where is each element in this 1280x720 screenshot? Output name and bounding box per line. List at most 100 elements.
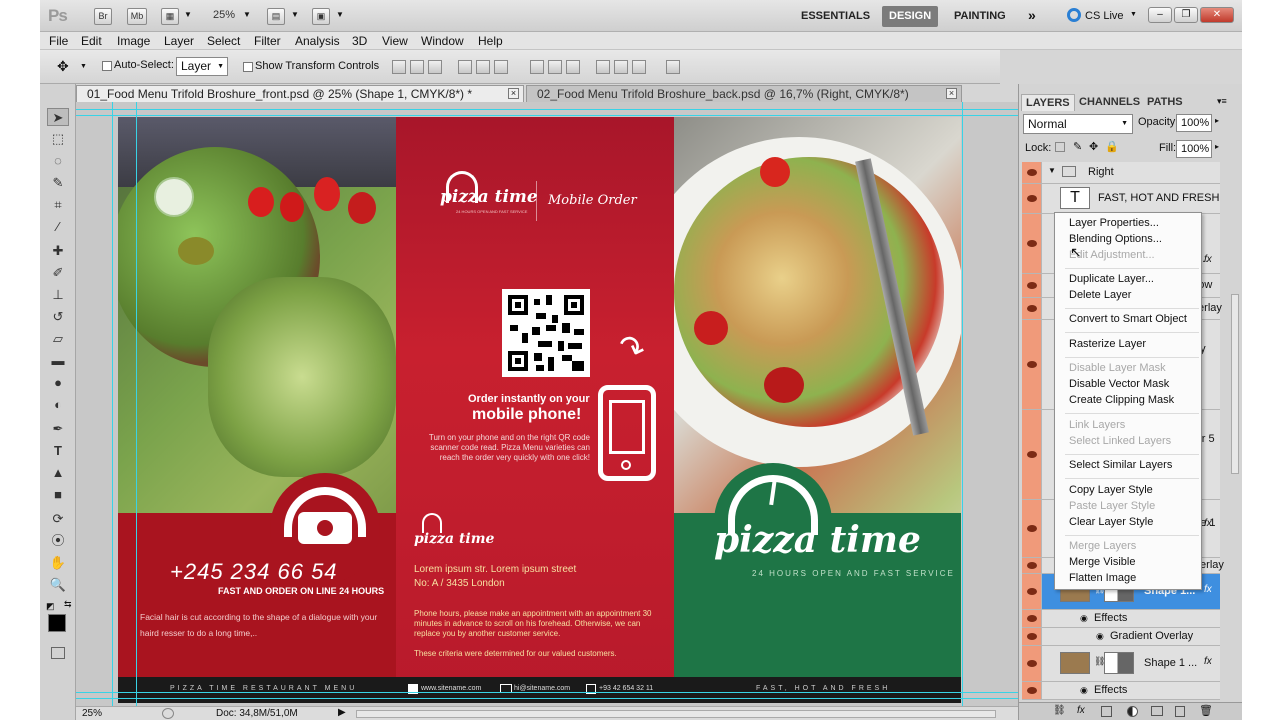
lasso-tool-icon[interactable]: ◌ (47, 152, 69, 170)
lock-all-icon[interactable]: 🔒 (1105, 140, 1119, 153)
close-button[interactable]: ✕ (1200, 7, 1234, 23)
eye-icon[interactable]: ◉ (1096, 631, 1104, 642)
zoom-level[interactable]: 25% (213, 9, 235, 21)
menu-window[interactable]: Window (421, 34, 464, 48)
visibility-eye-icon[interactable] (1022, 410, 1042, 499)
menu-layer[interactable]: Layer (164, 34, 194, 48)
tab-back-document[interactable]: 02_Food Menu Trifold Broshure_back.psd @… (526, 85, 962, 102)
eyedropper-tool-icon[interactable]: ⁄ (47, 218, 69, 236)
visibility-eye-icon[interactable] (1022, 320, 1042, 409)
menu-item-delete-layer[interactable]: Delete Layer (1069, 289, 1131, 301)
crop-tool-icon[interactable]: ⌗ (47, 196, 69, 214)
visibility-eye-icon[interactable] (1022, 162, 1042, 183)
restore-button[interactable]: ❐ (1174, 7, 1198, 23)
visibility-eye-icon[interactable] (1022, 214, 1042, 273)
auto-select-checkbox[interactable] (102, 61, 112, 71)
align-left-icon[interactable] (458, 60, 472, 74)
show-transform-checkbox[interactable] (243, 62, 253, 72)
marquee-tool-icon[interactable]: ⬚ (47, 130, 69, 148)
menu-file[interactable]: File (49, 34, 68, 48)
fill-slider-arrow-icon[interactable]: ▸ (1215, 142, 1219, 151)
move-tool-icon[interactable]: ✥ (57, 58, 69, 75)
chevron-down-icon[interactable]: ▼ (184, 10, 192, 19)
menu-filter[interactable]: Filter (254, 34, 281, 48)
move-tool-icon[interactable]: ➤ (47, 108, 69, 126)
delete-layer-icon[interactable]: 🗑 (1199, 704, 1213, 717)
menu-item-rasterize-layer[interactable]: Rasterize Layer (1069, 338, 1146, 350)
visibility-eye-icon[interactable] (1022, 610, 1042, 627)
hand-tool-icon[interactable]: ✋ (47, 554, 69, 572)
chevron-down-icon[interactable]: ▼ (291, 10, 299, 19)
workspace-painting[interactable]: PAINTING (947, 6, 1013, 27)
horizontal-guide[interactable] (76, 109, 1018, 110)
layer-shape-1-copy[interactable]: ⛓ Shape 1 ... fx (1022, 646, 1220, 682)
blur-tool-icon[interactable]: ● (47, 374, 69, 392)
dodge-tool-icon[interactable]: ◐ (47, 396, 69, 414)
menu-item-create-clipping-mask[interactable]: Create Clipping Mask (1069, 394, 1174, 406)
eye-icon[interactable]: ◉ (1080, 685, 1088, 696)
new-layer-icon[interactable] (1175, 706, 1185, 717)
chevron-down-icon[interactable]: ▼ (1130, 11, 1137, 18)
effects-row[interactable]: ◉ Effects (1022, 682, 1220, 700)
clone-stamp-tool-icon[interactable]: ⊥ (47, 286, 69, 304)
tab-channels[interactable]: CHANNELS (1075, 94, 1144, 111)
opacity-input[interactable]: 100% (1176, 114, 1212, 132)
close-tab-icon[interactable]: × (946, 88, 957, 99)
horizontal-guide[interactable] (76, 692, 1018, 693)
align-vertical-center-icon[interactable] (410, 60, 424, 74)
add-mask-icon[interactable] (1101, 706, 1112, 717)
visibility-eye-icon[interactable] (1022, 184, 1042, 213)
workspace-essentials[interactable]: ESSENTIALS (794, 6, 877, 27)
chevron-down-icon[interactable]: ▼ (336, 10, 344, 19)
distribute-vertical-center-icon[interactable] (548, 60, 562, 74)
layers-scrollbar[interactable] (1231, 294, 1239, 474)
pen-tool-icon[interactable]: ✒ (47, 420, 69, 438)
link-layers-icon[interactable]: ⛓ (1053, 705, 1066, 716)
menu-item-clear-layer-style[interactable]: Clear Layer Style (1069, 516, 1153, 528)
menu-item-blending-options[interactable]: Blending Options... (1069, 233, 1162, 245)
eye-icon[interactable]: ◉ (1080, 613, 1088, 624)
close-tab-icon[interactable]: × (508, 88, 519, 99)
vertical-guide[interactable] (112, 102, 113, 706)
cs-live-button[interactable]: CS Live (1085, 10, 1124, 22)
default-colors-icon[interactable]: ◩ (46, 601, 55, 612)
distribute-right-icon[interactable] (632, 60, 646, 74)
chevron-down-icon[interactable]: ▼ (80, 63, 87, 70)
visibility-eye-icon[interactable] (1022, 646, 1042, 681)
add-style-icon[interactable]: fx (1077, 705, 1085, 716)
tab-layers[interactable]: LAYERS (1021, 94, 1075, 111)
visibility-eye-icon[interactable] (1022, 298, 1042, 319)
brush-tool-icon[interactable]: ✐ (47, 264, 69, 282)
opacity-slider-arrow-icon[interactable]: ▸ (1215, 116, 1219, 125)
menu-item-convert-smart-object[interactable]: Convert to Smart Object (1069, 313, 1187, 325)
visibility-eye-icon[interactable] (1022, 574, 1042, 609)
status-info-icon[interactable] (162, 708, 174, 719)
distribute-top-icon[interactable] (530, 60, 544, 74)
type-tool-icon[interactable]: T (47, 442, 69, 460)
effects-row[interactable]: ◉ Effects (1022, 610, 1220, 628)
horizontal-guide[interactable] (76, 698, 1018, 699)
fill-input[interactable]: 100% (1176, 140, 1212, 158)
expand-triangle-icon[interactable]: ▼ (1048, 166, 1056, 175)
lock-position-icon[interactable]: ✥ (1089, 140, 1098, 153)
new-group-icon[interactable] (1151, 706, 1163, 716)
menu-item-select-similar-layers[interactable]: Select Similar Layers (1069, 459, 1172, 471)
menu-select[interactable]: Select (207, 34, 240, 48)
menu-item-copy-layer-style[interactable]: Copy Layer Style (1069, 484, 1153, 496)
distribute-horizontal-center-icon[interactable] (614, 60, 628, 74)
align-bottom-icon[interactable] (428, 60, 442, 74)
menu-item-flatten-image[interactable]: Flatten Image (1069, 572, 1136, 584)
chevron-down-icon[interactable]: ▼ (243, 10, 251, 19)
visibility-eye-icon[interactable] (1022, 274, 1042, 297)
quick-mask-icon[interactable] (51, 647, 65, 659)
extras-icon[interactable]: ▦ (161, 8, 179, 25)
history-brush-tool-icon[interactable]: ↺ (47, 308, 69, 326)
3d-orbit-tool-icon[interactable]: ⦿ (47, 532, 69, 550)
menu-3d[interactable]: 3D (352, 34, 367, 48)
visibility-eye-icon[interactable] (1022, 558, 1042, 573)
tab-front-document[interactable]: 01_Food Menu Trifold Broshure_front.psd … (76, 85, 524, 102)
zoom-tool-icon[interactable]: 🔍 (47, 576, 69, 594)
menu-analysis[interactable]: Analysis (295, 34, 340, 48)
quick-selection-tool-icon[interactable]: ✎ (47, 174, 69, 192)
status-menu-arrow-icon[interactable]: ▶ (338, 707, 346, 718)
